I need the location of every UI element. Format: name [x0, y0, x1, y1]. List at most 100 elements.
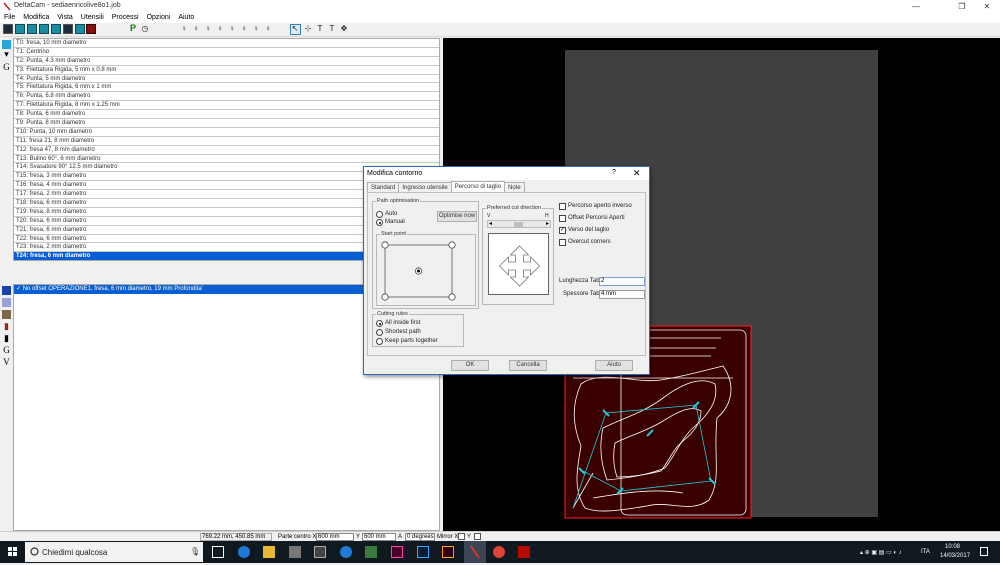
light-bulb-icon[interactable]: ♀ — [216, 24, 224, 34]
view-solid-button[interactable] — [75, 24, 85, 34]
part-center-x-input[interactable]: 600 mm — [316, 533, 354, 541]
lunghezza-tab-input[interactable]: 2 — [599, 277, 645, 286]
menu-opzioni[interactable]: Opzioni — [143, 13, 175, 23]
app-icon[interactable] — [314, 546, 326, 558]
dialog-close-button[interactable]: ✕ — [633, 168, 641, 179]
view-top-button[interactable] — [3, 24, 13, 34]
view-side-button[interactable] — [39, 24, 49, 34]
tool-row[interactable]: T10: Punta, 10 mm diametro — [14, 128, 439, 137]
keep-parts-together-radio[interactable] — [376, 338, 383, 345]
tool-row[interactable]: T11: fresa 21, 8 mm diametro — [14, 137, 439, 146]
light-bulb-icon[interactable]: ♀ — [228, 24, 236, 34]
auto-radio[interactable] — [376, 211, 383, 218]
move-icon[interactable]: ✥ — [340, 24, 348, 34]
gcode-icon[interactable]: G — [2, 346, 11, 355]
shortest-path-radio[interactable] — [376, 329, 383, 336]
text-edit-icon[interactable]: T — [328, 24, 336, 34]
light-bulb-icon[interactable]: ♀ — [264, 24, 272, 34]
material-icon[interactable] — [2, 310, 11, 319]
cancel-button[interactable]: Cancella — [509, 360, 547, 371]
view-front-button[interactable] — [27, 24, 37, 34]
chrome-icon[interactable] — [493, 546, 505, 558]
restore-button[interactable]: ❐ — [950, 0, 974, 13]
offset-percorsi-aperti-checkbox[interactable] — [559, 215, 566, 222]
tab-standard[interactable]: Standard — [367, 182, 400, 192]
tool-row[interactable]: T12: fresa 47, 8 mm diametro — [14, 146, 439, 155]
slider-left-arrow[interactable]: ◂ — [489, 221, 492, 227]
menu-processi[interactable]: Processi — [108, 13, 143, 23]
mirror-y-checkbox[interactable] — [474, 533, 481, 540]
tool-row[interactable]: T9: Punta, 8 mm diametro — [14, 119, 439, 128]
drill-icon[interactable]: ▮ — [2, 322, 11, 331]
microphone-icon[interactable]: 🎙 — [190, 547, 200, 556]
tool-row[interactable]: T2: Punta, 4.3 mm diametro — [14, 57, 439, 66]
text-tool-icon[interactable]: T — [316, 24, 324, 34]
light-bulb-icon[interactable]: ♀ — [180, 24, 188, 34]
light-bulb-icon[interactable]: ♀ — [192, 24, 200, 34]
view-iso-button[interactable] — [15, 24, 25, 34]
ok-button[interactable]: OK — [451, 360, 489, 371]
mirror-x-checkbox[interactable] — [458, 533, 465, 540]
menu-vista[interactable]: Vista — [53, 13, 76, 23]
zoom-icon[interactable]: ⊹ — [304, 24, 312, 34]
verso-del-taglio-checkbox[interactable]: ✓ — [559, 227, 566, 234]
menu-utensili[interactable]: Utensili — [77, 13, 108, 23]
vcarve-icon[interactable]: V — [2, 358, 11, 367]
clock-date[interactable]: 14/03/2017 — [940, 553, 970, 559]
tool-row[interactable]: T6: Punta, 6.8 mm diametro — [14, 92, 439, 102]
tool-icon[interactable] — [2, 40, 11, 49]
spindle-icon[interactable]: ▾ — [2, 50, 11, 59]
tool-row[interactable]: T7: Filettatura Rigida, 8 mm x 1.25 mm — [14, 101, 439, 111]
tool-row[interactable]: T3: Filettatura Rigida, 5 mm x 0.8 mm — [14, 66, 439, 75]
tray-icons[interactable]: ▴ ⊕ ▣ ▤ ▭ ◐ ♪ — [860, 549, 902, 556]
tool-row[interactable]: T4: Punta, 5 mm diametro — [14, 75, 439, 84]
all-inside-first-radio[interactable] — [376, 320, 383, 327]
tab-note[interactable]: Note — [504, 182, 525, 192]
view-wire-button[interactable] — [63, 24, 73, 34]
light-bulb-icon[interactable]: ♀ — [252, 24, 260, 34]
file-explorer-icon[interactable] — [263, 546, 275, 558]
light-bulb-icon[interactable]: ♀ — [240, 24, 248, 34]
slider-thumb[interactable] — [514, 222, 523, 227]
menu-modifica[interactable]: Modifica — [19, 13, 53, 23]
view-material-button[interactable] — [86, 24, 96, 34]
gcode-icon[interactable]: G — [2, 63, 11, 72]
acrobat-icon[interactable] — [518, 546, 530, 558]
tool-row[interactable]: T8: Punta, 6 mm diametro — [14, 110, 439, 120]
app-icon[interactable] — [365, 546, 377, 558]
operation-icon[interactable] — [2, 286, 11, 295]
taskbar-search-box[interactable]: Chiedimi qualcosa 🎙 — [25, 542, 203, 562]
tool-row[interactable]: T0: fresa, 10 mm diametro — [14, 39, 439, 48]
timer-icon[interactable]: ◷ — [141, 24, 149, 34]
operation-checkmark[interactable]: ✓ — [16, 286, 21, 292]
optimise-now-button[interactable]: Optimise now — [437, 211, 477, 222]
overcut-corners-checkbox[interactable] — [559, 239, 566, 246]
dialog-help-button[interactable]: ? — [612, 169, 616, 176]
tool-row[interactable]: T1: Centrino — [14, 48, 439, 57]
tab-percorso-di-taglio[interactable]: Percorso di taglio — [450, 181, 506, 192]
task-view-icon[interactable] — [212, 546, 224, 558]
part-center-y-input[interactable]: 600 mm — [362, 533, 396, 541]
direction-slider[interactable]: ◂ ▸ — [487, 220, 551, 228]
tool-row[interactable]: T5: Filettatura Rigida, 6 mm x 1 mm — [14, 83, 439, 93]
indesign-icon[interactable] — [391, 546, 403, 558]
clock-time[interactable]: 10:08 — [945, 544, 960, 550]
light-bulb-icon[interactable]: ♀ — [204, 24, 212, 34]
language-indicator[interactable]: ITA — [921, 549, 930, 555]
spessore-tab-input[interactable]: 4 mm — [599, 290, 645, 299]
tab-ingresso-utensile[interactable]: Ingresso utensile — [398, 182, 452, 192]
view-shaded-button[interactable] — [51, 24, 61, 34]
angle-input[interactable]: 0 degrees — [405, 533, 435, 541]
store-icon[interactable] — [289, 546, 301, 558]
layer-icon[interactable] — [2, 298, 11, 307]
help-button[interactable]: Aiuto — [595, 360, 633, 371]
slider-right-arrow[interactable]: ▸ — [546, 221, 549, 227]
deltacam-taskbar-button[interactable] — [464, 541, 486, 563]
manual-radio[interactable] — [376, 219, 383, 226]
percorso-aperto-inverso-checkbox[interactable] — [559, 203, 566, 210]
tool-holder-icon[interactable]: ▮ — [2, 334, 11, 343]
close-button[interactable]: ✕ — [975, 0, 999, 13]
windows-start-icon[interactable] — [0, 541, 24, 563]
ie-icon[interactable] — [340, 546, 352, 558]
post-process-button[interactable]: P — [130, 23, 136, 33]
